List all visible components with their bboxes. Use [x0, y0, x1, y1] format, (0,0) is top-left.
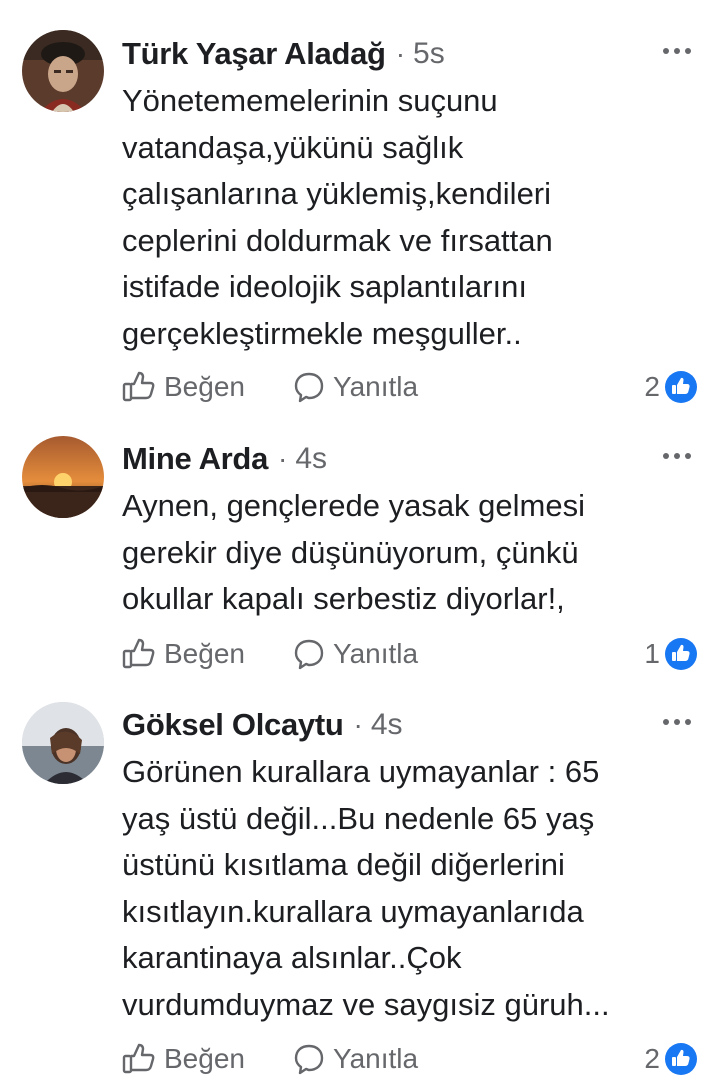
- comment-text: Yönetememelerinin suçunu vatandaşa,yükün…: [122, 83, 553, 351]
- comment-actions: Beğen Yanıtla 2: [122, 367, 698, 407]
- blue-like-reaction-icon: [665, 371, 697, 403]
- comment-text: Aynen, gençlerede yasak gelmesi gerekir …: [122, 488, 585, 616]
- comment-header: Göksel Olcaytu · 4s: [122, 703, 403, 747]
- separator-dot: ·: [353, 709, 363, 740]
- comment-actions: Beğen Yanıtla 1: [122, 634, 698, 674]
- thumbs-up-outline-icon: [122, 1043, 155, 1074]
- reaction-summary[interactable]: 2: [644, 1042, 698, 1076]
- comment-header: Mine Arda · 4s: [122, 437, 327, 481]
- more-options-button[interactable]: [662, 449, 692, 461]
- like-label: Beğen: [164, 638, 245, 669]
- comment-text: Görünen kurallara uymayanlar : 65 yaş üs…: [122, 754, 610, 1022]
- avatar[interactable]: [22, 702, 104, 784]
- comment-item: Türk Yaşar Aladağ · 5s Yönetememelerinin…: [0, 0, 720, 420]
- more-options-button[interactable]: [662, 44, 692, 56]
- speech-bubble-icon: [294, 1044, 324, 1075]
- like-button[interactable]: Beğen: [122, 638, 245, 670]
- speech-bubble-icon: [294, 372, 324, 403]
- comment-item: Mine Arda · 4s Aynen, gençlerede yasak g…: [0, 420, 720, 690]
- comment-actions: Beğen Yanıtla 2: [122, 1039, 698, 1079]
- reaction-summary[interactable]: 2: [644, 370, 698, 404]
- reaction-count: 2: [644, 371, 660, 402]
- comment-item: Göksel Olcaytu · 4s Görünen kurallara uy…: [0, 690, 720, 1088]
- like-label: Beğen: [164, 371, 245, 402]
- avatar[interactable]: [22, 436, 104, 518]
- comment-header: Türk Yaşar Aladağ · 5s: [122, 32, 445, 76]
- timestamp[interactable]: 4s: [371, 708, 403, 742]
- author-name[interactable]: Göksel Olcaytu: [122, 707, 344, 743]
- author-name[interactable]: Mine Arda: [122, 441, 268, 477]
- blue-like-reaction-icon: [665, 1043, 697, 1075]
- reply-button[interactable]: Yanıtla: [293, 1043, 418, 1075]
- like-button[interactable]: Beğen: [122, 371, 245, 403]
- thumbs-up-outline-icon: [122, 638, 155, 669]
- three-dots-icon: [663, 48, 691, 54]
- reply-label: Yanıtla: [332, 371, 419, 402]
- like-button[interactable]: Beğen: [122, 1043, 245, 1075]
- reaction-summary[interactable]: 1: [644, 637, 698, 671]
- thumbs-up-outline-icon: [122, 371, 155, 402]
- timestamp[interactable]: 4s: [295, 442, 327, 476]
- avatar[interactable]: [22, 30, 104, 112]
- like-label: Beğen: [164, 1043, 245, 1074]
- timestamp[interactable]: 5s: [413, 37, 445, 71]
- reply-label: Yanıtla: [332, 1043, 419, 1074]
- three-dots-icon: [663, 453, 691, 459]
- separator-dot: ·: [278, 443, 288, 474]
- three-dots-icon: [663, 719, 691, 725]
- more-options-button[interactable]: [662, 715, 692, 727]
- blue-like-reaction-icon: [665, 638, 697, 670]
- author-name[interactable]: Türk Yaşar Aladağ: [122, 36, 386, 72]
- reply-label: Yanıtla: [332, 638, 419, 669]
- reaction-count: 2: [644, 1043, 660, 1074]
- reaction-count: 1: [644, 638, 660, 669]
- speech-bubble-icon: [294, 639, 324, 670]
- separator-dot: ·: [395, 38, 406, 69]
- reply-button[interactable]: Yanıtla: [293, 371, 418, 403]
- reply-button[interactable]: Yanıtla: [293, 638, 418, 670]
